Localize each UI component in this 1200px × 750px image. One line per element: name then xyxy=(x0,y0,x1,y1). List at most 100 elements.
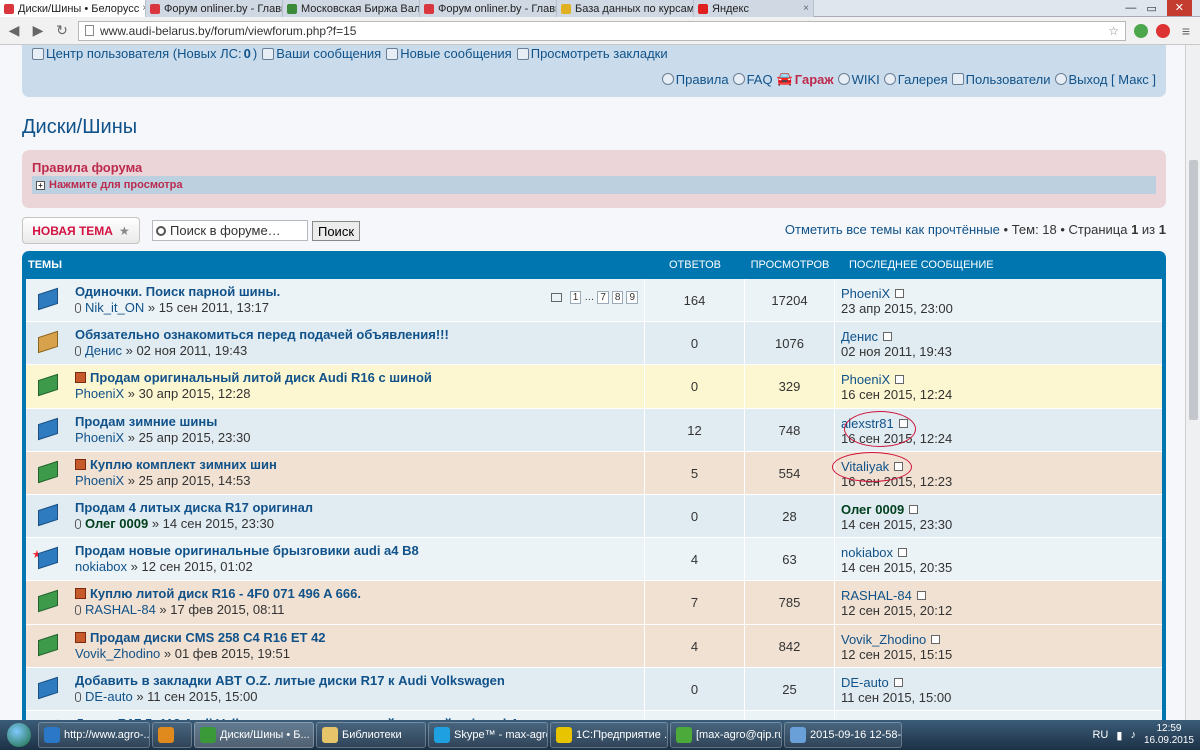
page-link[interactable]: 1 xyxy=(569,291,582,304)
nav-garage[interactable]: 🚘 Гараж xyxy=(777,71,834,87)
extension-icon[interactable] xyxy=(1134,23,1148,38)
topic-author-link[interactable]: Nik_it_ON xyxy=(85,300,144,315)
topic-author-link[interactable]: PhoeniX xyxy=(75,473,124,488)
nav-faq[interactable]: FAQ xyxy=(732,72,773,87)
url-input[interactable]: www.audi-belarus.by/forum/viewforum.php?… xyxy=(78,20,1126,41)
page-title[interactable]: Диски/Шины xyxy=(22,116,137,139)
page-link[interactable]: 7 xyxy=(597,291,609,304)
table-row[interactable]: Добавить в закладки ABT O.Z. литые диски… xyxy=(26,667,1162,711)
new-posts-link[interactable]: Новые сообщения xyxy=(386,46,512,61)
view-latest-post-icon[interactable] xyxy=(893,677,903,687)
taskbar-button[interactable]: Skype™ - max-agro xyxy=(428,722,548,748)
table-row[interactable]: Продам зимние шины PhoeniX » 25 апр 2015,… xyxy=(26,408,1162,452)
bookmarks-link[interactable]: Просмотреть закладки xyxy=(516,46,668,61)
rules-toggle[interactable]: + Нажмите для просмотра xyxy=(32,176,1156,194)
taskbar-button[interactable]: 1С:Предприятие ... xyxy=(550,722,668,748)
start-button[interactable] xyxy=(0,720,38,750)
browser-tab[interactable]: Диски/Шины • Белорусс× xyxy=(0,0,146,17)
taskbar-button[interactable]: http://www.agro-... xyxy=(38,722,150,748)
nav-logout[interactable]: Выход [ Макс ] xyxy=(1054,72,1156,87)
table-row[interactable]: Продам 4 литых диска R17 оригинал Олег 00… xyxy=(26,494,1162,539)
scrollbar-thumb[interactable] xyxy=(1189,160,1198,420)
tab-close-icon[interactable]: × xyxy=(139,3,145,14)
scrollbar[interactable] xyxy=(1185,45,1200,720)
table-row[interactable]: Куплю литой диск R16 - 4F0 071 496 A 666… xyxy=(26,581,1162,625)
topic-title-link[interactable]: Одиночки. Поиск парной шины. xyxy=(75,284,280,299)
topic-title-link[interactable]: Продам диски CMS 258 C4 R16 ET 42 xyxy=(75,630,326,645)
last-post-author-link[interactable]: PhoeniX xyxy=(841,372,905,387)
view-latest-post-icon[interactable] xyxy=(898,548,908,558)
topic-title-link[interactable]: Продам зимние шины xyxy=(75,414,217,429)
view-latest-post-icon[interactable] xyxy=(931,634,941,644)
topic-author-link[interactable]: PhoeniX xyxy=(75,430,124,445)
table-row[interactable]: Диски R17 5x112 Audi Volkswagen можно с … xyxy=(26,710,1162,720)
browser-tab[interactable]: Форум onliner.by - Главн× xyxy=(420,0,557,17)
user-center-link[interactable]: Центр пользователя (Новых ЛС: 0) xyxy=(32,46,257,61)
forward-icon[interactable]: ▶ xyxy=(30,22,46,39)
browser-tab[interactable]: База данных по курсам а× xyxy=(557,0,694,17)
topic-title-link[interactable]: Куплю комплект зимних шин xyxy=(75,457,277,472)
table-row[interactable]: Продам диски CMS 258 C4 R16 ET 42 Vovik_Z… xyxy=(26,624,1162,668)
minimize-icon[interactable]: — xyxy=(1125,2,1136,14)
table-row[interactable]: ★ Продам новые оригинальные брызговики au… xyxy=(26,538,1162,582)
taskbar-button[interactable]: Библиотеки xyxy=(316,722,426,748)
nav-gallery[interactable]: Галерея xyxy=(883,72,948,87)
topic-author-link[interactable]: Vovik_Zhodino xyxy=(75,646,160,661)
search-button[interactable]: Поиск xyxy=(312,221,360,241)
topic-author-link[interactable]: Денис xyxy=(85,343,122,358)
topic-author-link[interactable]: DE-auto xyxy=(85,689,133,704)
table-row[interactable]: Куплю комплект зимних шин PhoeniX » 25 ап… xyxy=(26,451,1162,495)
new-topic-button[interactable]: НОВАЯ ТЕМА ★ xyxy=(22,217,140,244)
search-input[interactable]: Поиск в форуме… xyxy=(152,220,308,241)
view-latest-post-icon[interactable] xyxy=(882,332,892,342)
table-row[interactable]: Одиночки. Поиск парной шины. Nik_it_ON » … xyxy=(26,279,1162,323)
nav-rules[interactable]: Правила xyxy=(661,72,729,87)
topic-title-link[interactable]: Обязательно ознакомиться перед подачей о… xyxy=(75,327,449,342)
last-post-author-link[interactable]: Денис xyxy=(841,329,892,344)
page-link[interactable]: 8 xyxy=(611,291,624,304)
view-latest-post-icon[interactable] xyxy=(909,504,919,514)
last-post-author-link[interactable]: Олег 0009 xyxy=(841,502,919,517)
last-post-author-link[interactable]: PhoeniX xyxy=(841,286,905,301)
topic-author-link[interactable]: PhoeniX xyxy=(75,386,124,401)
clock[interactable]: 12:59 16.09.2015 xyxy=(1144,723,1194,747)
topic-title-link[interactable]: Добавить в закладки ABT O.Z. литые диски… xyxy=(75,673,505,688)
nav-users[interactable]: Пользователи xyxy=(951,72,1051,87)
topic-title-link[interactable]: Куплю литой диск R16 - 4F0 071 496 A 666… xyxy=(75,586,361,601)
network-icon[interactable]: ▮ xyxy=(1116,729,1122,742)
last-post-author-link[interactable]: DE-auto xyxy=(841,675,903,690)
last-post-author-link[interactable]: nokiabox xyxy=(841,545,908,560)
browser-tab[interactable]: Форум onliner.by - Главн× xyxy=(146,0,283,17)
nav-wiki[interactable]: WIKI xyxy=(837,72,880,87)
browser-tab[interactable]: Московская Биржа Валю× xyxy=(283,0,420,17)
menu-icon[interactable]: ≡ xyxy=(1178,23,1194,39)
adblock-icon[interactable] xyxy=(1156,23,1170,38)
page-link[interactable]: 9 xyxy=(626,291,638,304)
topic-title-link[interactable]: Продам новые оригинальные брызговики aud… xyxy=(75,543,419,558)
volume-icon[interactable]: ♪ xyxy=(1130,729,1136,741)
topic-title-link[interactable]: Продам 4 литых диска R17 оригинал xyxy=(75,500,313,515)
language-indicator[interactable]: RU xyxy=(1092,729,1108,741)
your-posts-link[interactable]: Ваши сообщения xyxy=(262,46,381,61)
last-post-author-link[interactable]: RASHAL-84 xyxy=(841,588,926,603)
topic-author-link[interactable]: nokiabox xyxy=(75,559,127,574)
window-close-icon[interactable]: ✕ xyxy=(1166,0,1192,16)
topic-author-link[interactable]: Олег 0009 xyxy=(85,516,148,531)
taskbar-button[interactable]: 2015-09-16 12-58-... xyxy=(784,722,902,748)
view-latest-post-icon[interactable] xyxy=(895,375,905,385)
browser-tab[interactable]: Яндекс × xyxy=(694,0,814,17)
topic-author-link[interactable]: RASHAL-84 xyxy=(85,602,156,617)
reload-icon[interactable]: ↻ xyxy=(54,22,70,39)
last-post-author-link[interactable]: Vovik_Zhodino xyxy=(841,632,941,647)
maximize-icon[interactable]: ▭ xyxy=(1146,2,1156,15)
bookmark-star-icon[interactable]: ☆ xyxy=(1108,24,1119,38)
back-icon[interactable]: ◀ xyxy=(6,22,22,39)
table-row[interactable]: Продам оригинальный литой диск Audi R16 … xyxy=(26,365,1162,409)
taskbar-button[interactable]: [max-agro@qip.ru] xyxy=(670,722,782,748)
topic-title-link[interactable]: Продам оригинальный литой диск Audi R16 … xyxy=(75,370,432,385)
mark-read-link[interactable]: Отметить все темы как прочтённые xyxy=(785,222,1000,237)
view-latest-post-icon[interactable] xyxy=(895,289,905,298)
table-row[interactable]: Обязательно ознакомиться перед подачей о… xyxy=(26,322,1162,366)
taskbar-button[interactable] xyxy=(152,722,192,748)
tab-close-icon[interactable]: × xyxy=(800,3,809,14)
